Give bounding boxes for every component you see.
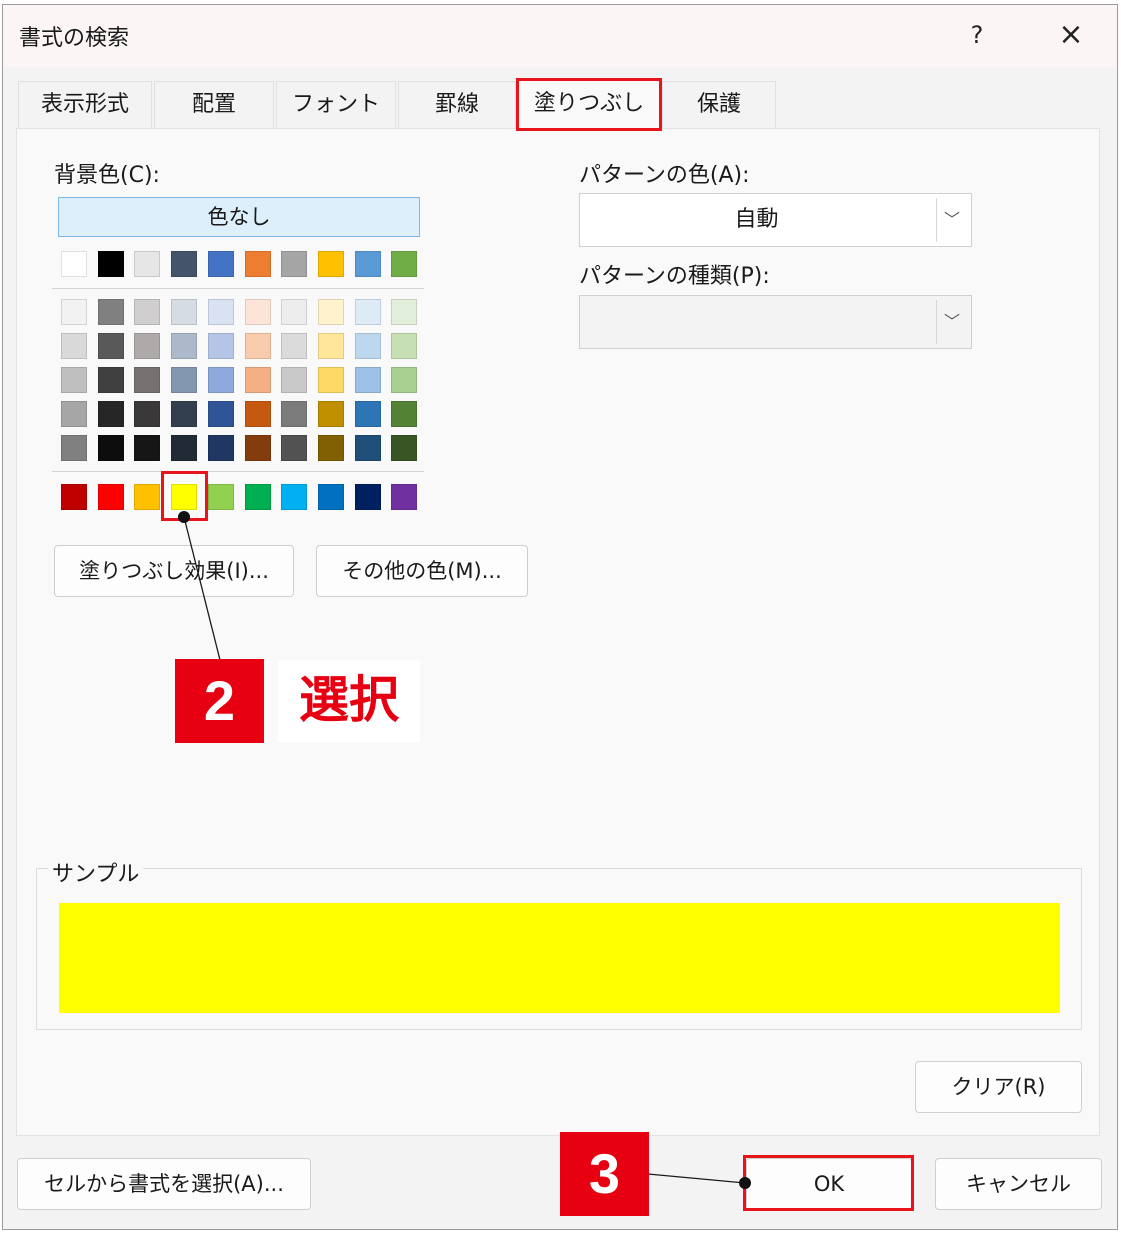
callout-leader-lines (178, 511, 751, 1189)
callout-step-3-number: 3 (560, 1132, 649, 1216)
callout-step-2-text: 選択 (278, 660, 420, 742)
callout-step-2-number: 2 (175, 659, 264, 743)
